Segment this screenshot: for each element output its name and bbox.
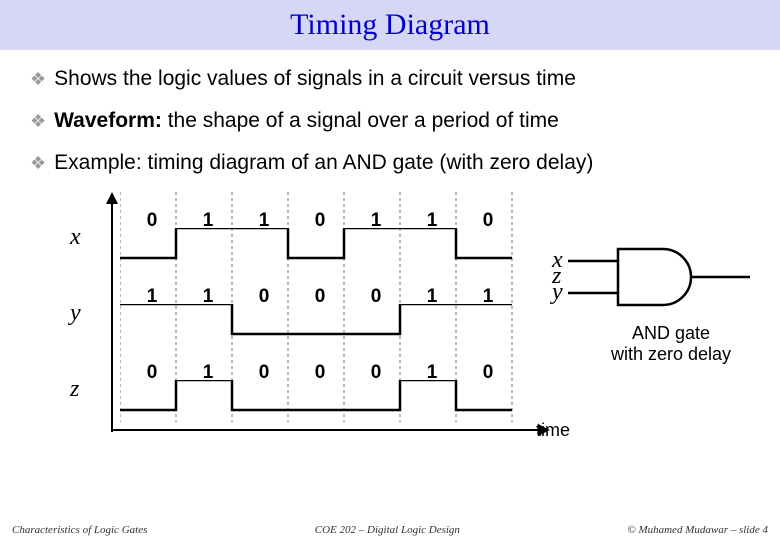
bullet-3-text: Example: timing diagram of an AND gate (… [54, 150, 593, 176]
bullet-2-bold: Waveform: [54, 109, 162, 132]
gate-caption-line1: AND gate [632, 323, 710, 343]
slide-footer: Characteristics of Logic Gates COE 202 –… [0, 524, 780, 536]
and-gate-icon [568, 245, 778, 309]
footer-left: Characteristics of Logic Gates [12, 524, 147, 536]
gate-caption-line2: with zero delay [611, 344, 731, 364]
diamond-icon: ❖ [30, 66, 46, 92]
slide-header: Timing Diagram [0, 0, 780, 50]
bullet-1-text: Shows the logic values of signals in a c… [54, 66, 576, 92]
y-axis-arrow-icon [102, 192, 122, 432]
timing-diagram: x 0 1 1 0 1 1 0 y 1 1 0 0 0 1 [30, 192, 750, 452]
slide-body: ❖ Shows the logic values of signals in a… [0, 50, 780, 452]
signal-z-label: z [70, 376, 79, 403]
time-label: time [536, 420, 570, 441]
bullet-1: ❖ Shows the logic values of signals in a… [30, 66, 750, 92]
x-axis-arrow-icon [112, 420, 552, 440]
bullet-2: ❖ Waveform: the shape of a signal over a… [30, 108, 750, 134]
diamond-icon: ❖ [30, 150, 46, 176]
signal-y-label: y [70, 300, 81, 327]
slide-title: Timing Diagram [0, 8, 780, 42]
signal-x-label: x [70, 224, 81, 251]
footer-right: © Muhamed Mudawar – slide 4 [627, 524, 768, 536]
bullet-2-text: Waveform: the shape of a signal over a p… [54, 108, 559, 134]
waveform-z-icon [120, 380, 520, 420]
bullet-3: ❖ Example: timing diagram of an AND gate… [30, 150, 750, 176]
bullet-2-rest: the shape of a signal over a period of t… [162, 109, 559, 132]
diamond-icon: ❖ [30, 108, 46, 134]
waveform-y-icon [120, 304, 520, 344]
waveform-x-icon [120, 228, 520, 268]
gate-caption: AND gate with zero delay [576, 323, 766, 365]
gate-output-z: z [552, 263, 561, 290]
footer-center: COE 202 – Digital Logic Design [315, 524, 460, 536]
